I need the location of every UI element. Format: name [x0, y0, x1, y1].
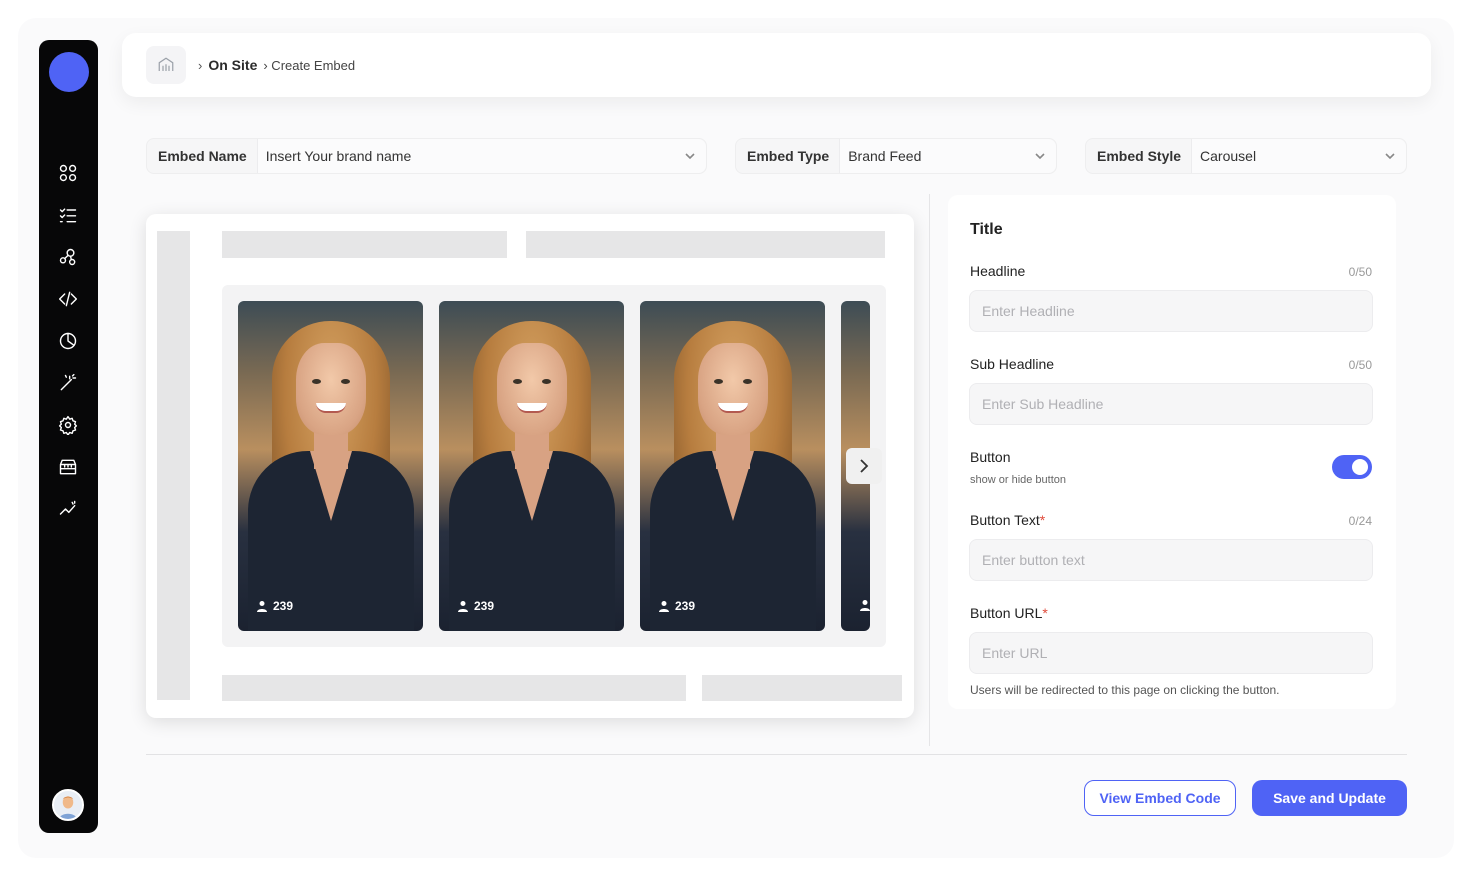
photo-face — [497, 343, 567, 435]
view-count: 239 — [457, 599, 494, 613]
redirect-note: Users will be redirected to this page on… — [970, 683, 1280, 697]
dashboard-grid-icon[interactable] — [56, 161, 80, 185]
required-marker: * — [1039, 512, 1046, 528]
sidebar — [39, 40, 98, 833]
embed-name-label: Embed Name — [158, 148, 247, 164]
user-icon — [458, 601, 468, 612]
embed-style-label: Embed Style — [1097, 148, 1182, 164]
carousel: 239 239 239 — [222, 285, 886, 647]
button-url-placeholder: Enter URL — [982, 645, 1048, 661]
embed-preview: 239 239 239 — [146, 214, 914, 718]
button-toggle-hint: show or hide button — [970, 474, 1067, 486]
carousel-next-button[interactable] — [846, 448, 882, 484]
sub-headline-placeholder: Enter Sub Headline — [982, 396, 1104, 412]
checklist-icon[interactable] — [56, 203, 80, 227]
photo-face — [698, 343, 768, 435]
brand-logo[interactable] — [49, 52, 89, 92]
view-count — [859, 599, 870, 611]
sub-headline-counter: 0/50 — [1348, 358, 1372, 372]
placeholder-header-bar — [526, 231, 885, 258]
view-count: 239 — [658, 599, 695, 613]
required-marker: * — [1042, 605, 1048, 621]
view-count-value: 239 — [675, 599, 696, 613]
view-embed-code-button[interactable]: View Embed Code — [1084, 780, 1236, 816]
photo-eye — [341, 379, 350, 384]
button-url-label: Button URL* — [970, 605, 1048, 621]
breadcrumb-current-page: › Create Embed — [263, 57, 356, 73]
button-text-label-text: Button Text — [970, 512, 1040, 528]
photo-eye — [714, 379, 723, 384]
sub-headline-label: Sub Headline — [970, 356, 1055, 372]
embed-type-value: Brand Feed — [848, 148, 922, 164]
embed-name-select[interactable]: Insert Your brand name — [256, 139, 706, 173]
chevron-down-icon — [1035, 153, 1045, 160]
view-count-value: 239 — [474, 599, 495, 613]
headline-input[interactable]: Enter Headline — [969, 290, 1373, 332]
horizontal-divider — [146, 754, 1407, 755]
breadcrumb-section[interactable]: On Site — [208, 57, 257, 73]
button-text-label: Button Text* — [970, 512, 1045, 528]
settings-form: Title Headline 0/50 Enter Headline Sub H… — [948, 195, 1396, 709]
user-icon — [257, 601, 267, 612]
placeholder-sidebar-bar — [157, 231, 190, 700]
carousel-card[interactable]: 239 — [640, 301, 825, 631]
home-icon[interactable] — [146, 46, 186, 84]
button-toggle-label: Button — [970, 449, 1011, 465]
breadcrumb-separator: › — [198, 57, 203, 73]
form-title: Title — [970, 221, 1003, 238]
headline-placeholder: Enter Headline — [982, 303, 1075, 319]
headline-counter: 0/50 — [1348, 265, 1372, 279]
embed-name-field: Embed Name Insert Your brand name — [146, 138, 707, 174]
user-icon — [860, 600, 870, 611]
button-visibility-toggle[interactable] — [1332, 455, 1372, 479]
button-text-placeholder: Enter button text — [982, 552, 1085, 568]
view-count-value: 239 — [273, 599, 294, 613]
headline-label: Headline — [970, 263, 1026, 279]
embed-type-field: Embed Type Brand Feed — [735, 138, 1057, 174]
user-avatar[interactable] — [52, 789, 84, 821]
photo-face — [296, 343, 366, 435]
photo-eye — [312, 379, 321, 384]
button-text-counter: 0/24 — [1348, 514, 1372, 528]
button-text-input[interactable]: Enter button text — [969, 539, 1373, 581]
embed-style-field: Embed Style Carousel — [1085, 138, 1407, 174]
chevron-down-icon — [1385, 153, 1395, 160]
photo-eye — [513, 379, 522, 384]
store-icon[interactable] — [56, 455, 80, 479]
button-url-label-text: Button URL — [970, 605, 1043, 621]
view-count: 239 — [256, 599, 293, 613]
settings-gear-icon[interactable] — [56, 413, 80, 437]
breadcrumb-bar: › On Site › Create Embed — [122, 33, 1431, 97]
chevron-down-icon — [685, 153, 695, 160]
network-icon[interactable] — [56, 245, 80, 269]
carousel-card[interactable]: 239 — [238, 301, 423, 631]
sub-headline-input[interactable]: Enter Sub Headline — [969, 383, 1373, 425]
vertical-divider — [929, 194, 930, 746]
photo-eye — [743, 379, 752, 384]
embed-style-select[interactable]: Carousel — [1191, 139, 1406, 173]
magic-wand-icon[interactable] — [56, 371, 80, 395]
code-icon[interactable] — [56, 287, 80, 311]
trend-sparkle-icon[interactable] — [56, 497, 80, 521]
user-icon — [659, 601, 669, 612]
placeholder-footer-bar — [222, 675, 686, 701]
breadcrumb: › On Site › Create Embed — [198, 57, 355, 73]
save-and-update-button[interactable]: Save and Update — [1252, 780, 1407, 816]
embed-type-label: Embed Type — [747, 148, 830, 164]
placeholder-footer-bar — [702, 675, 902, 701]
embed-style-value: Carousel — [1200, 148, 1257, 164]
carousel-card[interactable]: 239 — [439, 301, 624, 631]
button-url-input[interactable]: Enter URL — [969, 632, 1373, 674]
embed-type-select[interactable]: Brand Feed — [839, 139, 1056, 173]
toggle-knob — [1352, 459, 1368, 475]
placeholder-header-bar — [222, 231, 507, 258]
chevron-right-icon — [860, 459, 869, 473]
photo-eye — [542, 379, 551, 384]
embed-name-value: Insert Your brand name — [265, 148, 412, 164]
analytics-pie-icon[interactable] — [56, 329, 80, 353]
